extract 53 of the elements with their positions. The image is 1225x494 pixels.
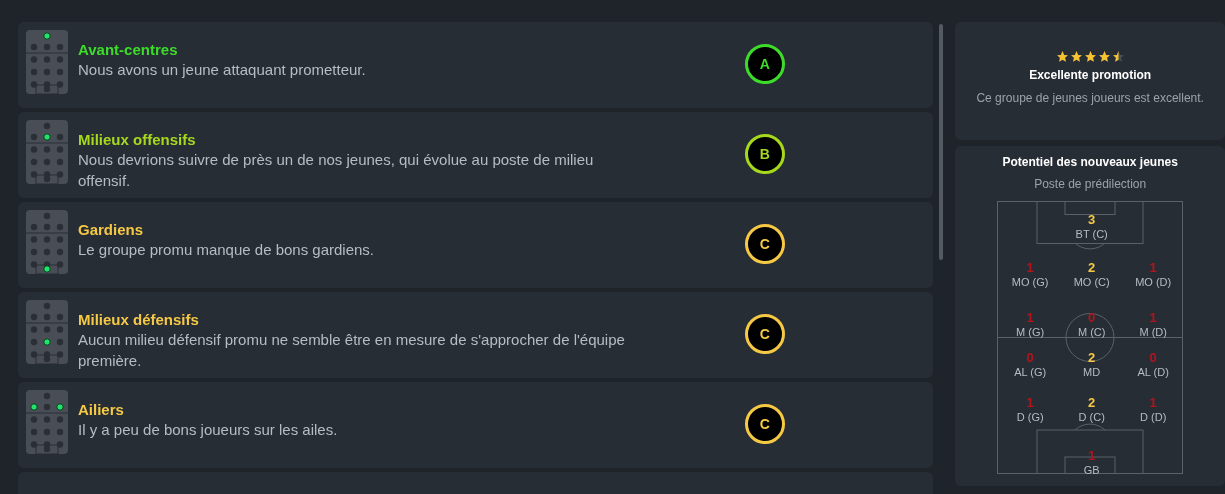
position-label: D (D) <box>1140 410 1167 424</box>
position-label: BT (C) <box>1075 227 1108 241</box>
group-title: Ailiers <box>78 401 125 419</box>
position-label: M (C) <box>1077 325 1106 339</box>
position-count: 2 <box>1088 396 1096 410</box>
position-count: 1 <box>1149 261 1157 275</box>
position-count: 2 <box>1088 261 1096 275</box>
group-description: Nous avons un jeune attaquant prometteur. <box>78 60 367 80</box>
group-description: Nous devrions suivre de près un de nos jeunes, qui évolue au poste de milieu offensif. <box>78 150 595 191</box>
grade-badge: C <box>744 224 785 264</box>
position-count: 1 <box>1026 261 1034 275</box>
position-label: D (C) <box>1078 410 1105 424</box>
position-count: 2 <box>1088 351 1096 365</box>
position-label: AL (D) <box>1137 365 1169 379</box>
star-icon <box>1069 50 1083 63</box>
position-label: AL (G) <box>1014 365 1047 379</box>
group-title: Gardiens <box>78 221 145 239</box>
position-count: 1 <box>1088 449 1096 463</box>
star-icon <box>1083 50 1097 63</box>
position-count: 1 <box>1026 396 1034 410</box>
position-label: MO (C) <box>1073 275 1110 289</box>
scrollbar[interactable] <box>939 24 944 260</box>
group-title: Avant-centres <box>78 41 179 59</box>
position-label: MD <box>1083 365 1101 379</box>
grade-badge: C <box>744 314 785 354</box>
star-icon <box>1097 50 1111 63</box>
group-description: Aucun milieu défensif promu ne semble être en mesure de s'approcher de l'équipe première. <box>78 330 626 371</box>
position-label: MO (G) <box>1011 275 1049 289</box>
potential-title: Potentiel des nouveaux jeunes <box>1002 154 1178 171</box>
group-title: Milieux offensifs <box>78 131 197 149</box>
group-title: Milieux défensifs <box>78 311 200 329</box>
grade-badge: B <box>744 134 785 174</box>
grade-badge: C <box>744 404 785 444</box>
position-count: 1 <box>1026 311 1034 325</box>
position-count: 1 <box>1149 396 1157 410</box>
grade-badge: A <box>744 44 785 84</box>
position-count: 1 <box>1149 311 1157 325</box>
position-count: 3 <box>1088 213 1096 227</box>
group-description: Il y a peu de bons joueurs sur les ailes. <box>78 420 339 440</box>
position-label: MO (D) <box>1135 275 1172 289</box>
summary-text: Ce groupe de jeunes joueurs est excellent. <box>976 90 1204 107</box>
summary-title: Excellente promotion <box>1029 67 1152 84</box>
position-count: 0 <box>1088 311 1096 325</box>
position-count: 0 <box>1026 351 1034 365</box>
position-label: M (D) <box>1139 325 1167 339</box>
star-icon <box>1055 50 1069 63</box>
potential-subtitle: Poste de prédilection <box>1034 176 1147 193</box>
position-label: M (G) <box>1016 325 1045 339</box>
position-label: D (G) <box>1016 410 1044 424</box>
star-icon <box>1111 50 1125 63</box>
group-description: Le groupe promu manque de bons gardiens. <box>78 240 376 260</box>
position-count: 0 <box>1149 351 1157 365</box>
position-label: GB <box>1083 463 1100 477</box>
